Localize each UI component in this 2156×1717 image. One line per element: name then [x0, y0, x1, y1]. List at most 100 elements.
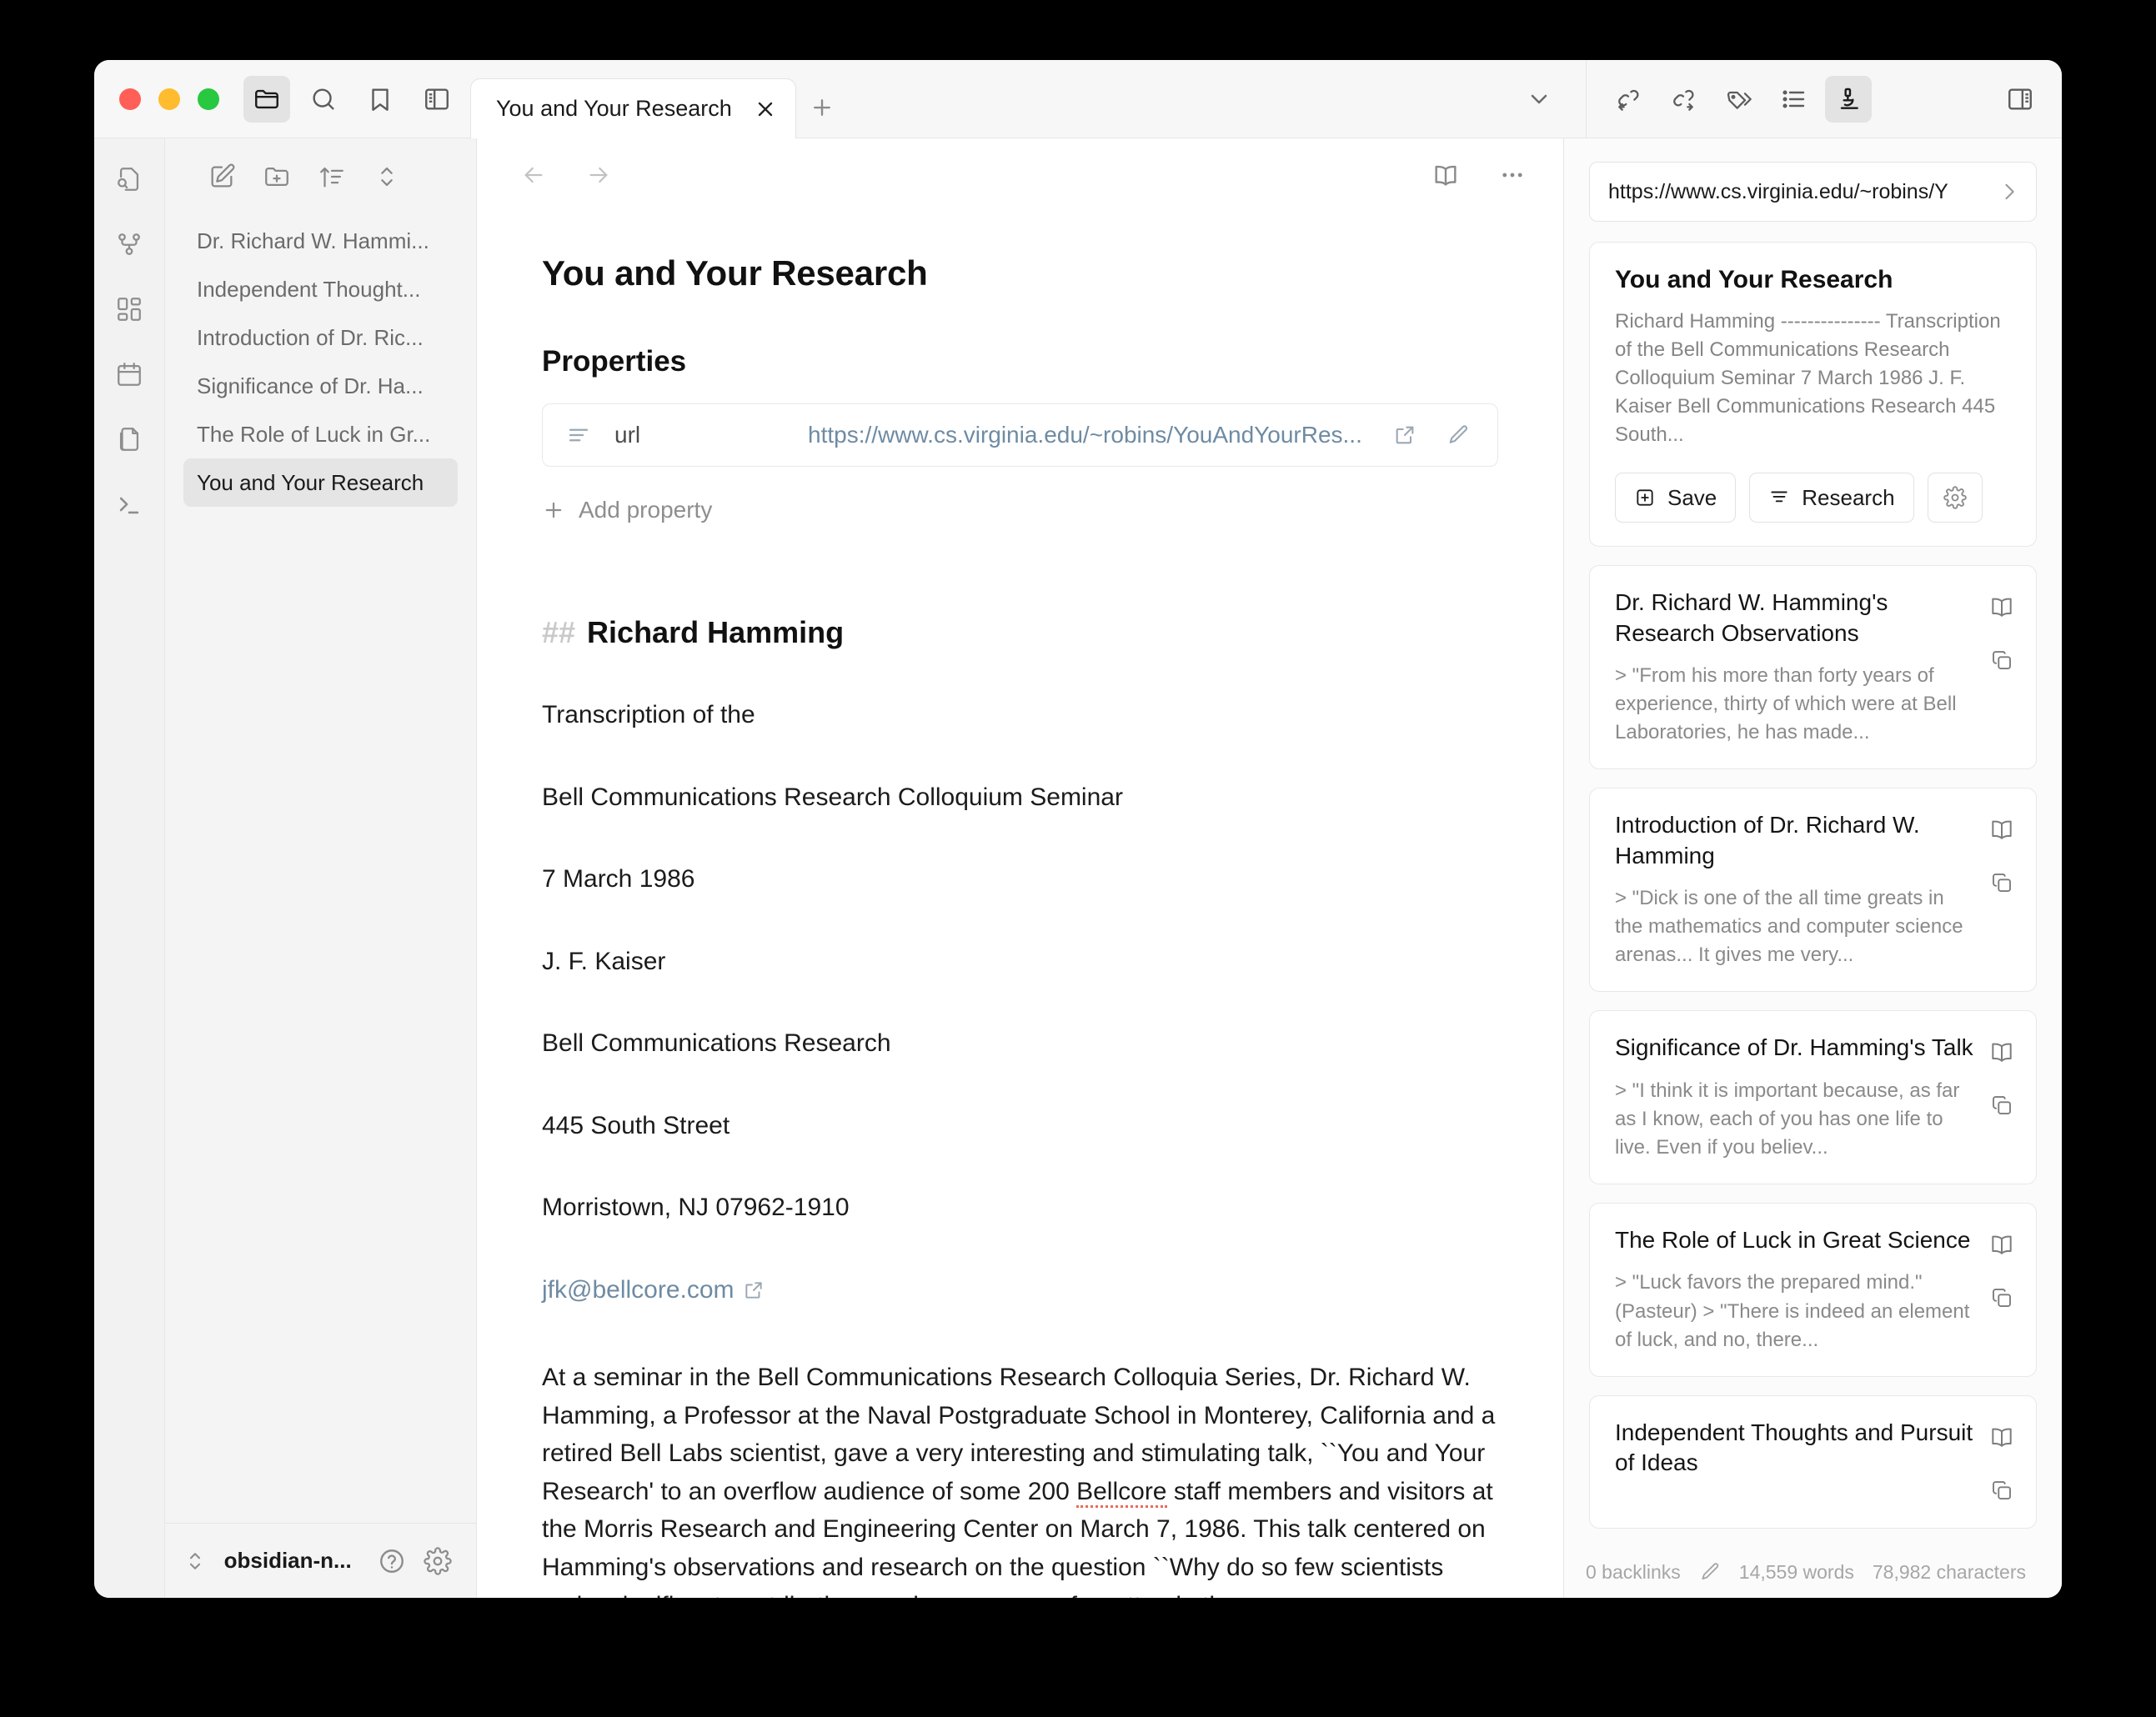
more-options-icon[interactable]: [1492, 154, 1533, 196]
external-link-icon[interactable]: [1387, 418, 1422, 453]
arrow-left-icon[interactable]: [514, 155, 554, 195]
terminal-icon[interactable]: [110, 485, 148, 523]
chevron-right-icon[interactable]: [1998, 180, 2021, 203]
book-open-icon[interactable]: [1425, 154, 1467, 196]
list-item[interactable]: The Role of Luck in Gr...: [183, 410, 458, 458]
add-property-button[interactable]: Add property: [542, 497, 1498, 523]
list-item[interactable]: Significance of Dr. Ha...: [183, 362, 458, 410]
app-window: You and Your Research: [94, 60, 2062, 1598]
doc-line: 7 March 1986: [542, 863, 1498, 897]
list-item[interactable]: Dr. Richard W. Hammi...: [183, 217, 458, 265]
window-toolbar: [243, 76, 460, 123]
heading-text: Richard Hamming: [587, 615, 844, 650]
property-value[interactable]: https://www.cs.virginia.edu/~robins/YouA…: [808, 422, 1369, 448]
help-icon[interactable]: [375, 1542, 409, 1580]
doc-line: 445 South Street: [542, 1109, 1498, 1144]
result-card[interactable]: Significance of Dr. Hamming's Talk > "I …: [1589, 1010, 2037, 1184]
right-sidebar-icon[interactable]: [1997, 76, 2043, 123]
book-open-icon[interactable]: [1986, 1421, 2018, 1453]
copy-icon[interactable]: [1986, 1474, 2018, 1506]
arrow-right-icon[interactable]: [579, 155, 619, 195]
close-window-button[interactable]: [119, 88, 141, 110]
pencil-icon[interactable]: [1441, 418, 1476, 453]
collapse-icon[interactable]: [367, 157, 407, 197]
vault-bar: obsidian-n...: [165, 1523, 476, 1598]
property-row-url[interactable]: url https://www.cs.virginia.edu/~robins/…: [542, 403, 1498, 467]
url-input[interactable]: https://www.cs.virginia.edu/~robins/Y: [1608, 180, 1998, 204]
chevron-down-icon[interactable]: [1516, 76, 1562, 123]
minimize-window-button[interactable]: [158, 88, 180, 110]
quick-switcher-icon[interactable]: [110, 160, 148, 198]
file-name: Independent Thought...: [197, 277, 420, 303]
tab-you-and-your-research[interactable]: You and Your Research: [470, 78, 796, 138]
pencil-icon[interactable]: [1699, 1561, 1721, 1583]
tags-icon[interactable]: [1715, 76, 1762, 123]
traffic-lights: [94, 88, 243, 110]
result-card-actions: [1974, 810, 2018, 969]
new-tab-button[interactable]: [796, 78, 848, 138]
page-title: You and Your Research: [542, 253, 1498, 293]
explorer-toolbar: [165, 138, 476, 205]
sort-icon[interactable]: [312, 157, 352, 197]
copy-icon[interactable]: [1986, 1282, 2018, 1314]
list-item[interactable]: Independent Thought...: [183, 265, 458, 313]
bookmark-icon[interactable]: [357, 76, 404, 123]
vault-switcher-icon[interactable]: [178, 1542, 213, 1580]
research-microscope-icon[interactable]: [1825, 76, 1872, 123]
result-card-content: Introduction of Dr. Richard W. Hamming >…: [1615, 810, 1974, 969]
file-list: Dr. Richard W. Hammi... Independent Thou…: [165, 205, 476, 1523]
save-button[interactable]: Save: [1615, 473, 1736, 523]
outline-icon[interactable]: [1770, 76, 1817, 123]
result-card-actions: [1974, 1033, 2018, 1162]
misspelled-word: Bellcore: [1076, 1478, 1166, 1508]
search-icon[interactable]: [300, 76, 347, 123]
book-open-icon[interactable]: [1986, 1036, 2018, 1068]
book-open-icon[interactable]: [1986, 591, 2018, 623]
result-card[interactable]: Introduction of Dr. Richard W. Hamming >…: [1589, 788, 2037, 992]
right-panel-toolbar: [1586, 60, 2062, 138]
result-card-snippet: > "Luck favors the prepared mind." (Past…: [1615, 1269, 1974, 1354]
external-link-icon[interactable]: [741, 1278, 766, 1303]
settings-gear-icon[interactable]: [420, 1542, 454, 1580]
research-button[interactable]: Research: [1749, 473, 1913, 523]
url-input-bar[interactable]: https://www.cs.virginia.edu/~robins/Y: [1589, 162, 2037, 222]
list-item[interactable]: Introduction of Dr. Ric...: [183, 313, 458, 362]
hero-title: You and Your Research: [1615, 266, 2011, 294]
copy-icon[interactable]: [1986, 1089, 2018, 1121]
new-note-icon[interactable]: [202, 157, 242, 197]
result-card-title: Significance of Dr. Hamming's Talk: [1615, 1033, 1974, 1063]
doc-line: Morristown, NJ 07962-1910: [542, 1191, 1498, 1225]
copy-icon[interactable]: [1986, 644, 2018, 676]
file-name: You and Your Research: [197, 470, 424, 496]
outgoing-links-icon[interactable]: [1660, 76, 1707, 123]
list-item-selected[interactable]: You and Your Research: [183, 458, 458, 507]
book-open-icon[interactable]: [1986, 813, 2018, 845]
daily-note-icon[interactable]: [110, 355, 148, 393]
sidebar-layout-icon[interactable]: [414, 76, 460, 123]
close-icon[interactable]: [754, 98, 777, 121]
new-folder-icon[interactable]: [257, 157, 297, 197]
editor-header: [477, 138, 1563, 212]
result-card-title: The Role of Luck in Great Science: [1615, 1225, 1974, 1255]
file-name: Significance of Dr. Ha...: [197, 373, 424, 399]
save-label: Save: [1667, 485, 1717, 511]
hero-result-card[interactable]: You and Your Research Richard Hamming --…: [1589, 242, 2037, 547]
result-card[interactable]: Independent Thoughts and Pursuit of Idea…: [1589, 1395, 2037, 1529]
tab-strip-actions: [1516, 60, 1586, 138]
copy-icon[interactable]: [1986, 867, 2018, 899]
templates-icon[interactable]: [110, 420, 148, 458]
backlinks-icon[interactable]: [1605, 76, 1652, 123]
result-card[interactable]: The Role of Luck in Great Science > "Luc…: [1589, 1203, 2037, 1377]
result-card-title: Dr. Richard W. Hamming's Research Observ…: [1615, 588, 1974, 648]
result-card[interactable]: Dr. Richard W. Hamming's Research Observ…: [1589, 565, 2037, 769]
result-card-content: Significance of Dr. Hamming's Talk > "I …: [1615, 1033, 1974, 1162]
canvas-icon[interactable]: [110, 290, 148, 328]
folder-icon[interactable]: [243, 76, 290, 123]
vault-name[interactable]: obsidian-n...: [224, 1548, 352, 1574]
email-link[interactable]: jfk@bellcore.com: [542, 1276, 735, 1304]
graph-view-icon[interactable]: [110, 225, 148, 263]
document-body[interactable]: You and Your Research Properties url htt…: [477, 212, 1563, 1598]
book-open-icon[interactable]: [1986, 1229, 2018, 1260]
maximize-window-button[interactable]: [198, 88, 219, 110]
settings-gear-icon[interactable]: [1928, 473, 1983, 523]
